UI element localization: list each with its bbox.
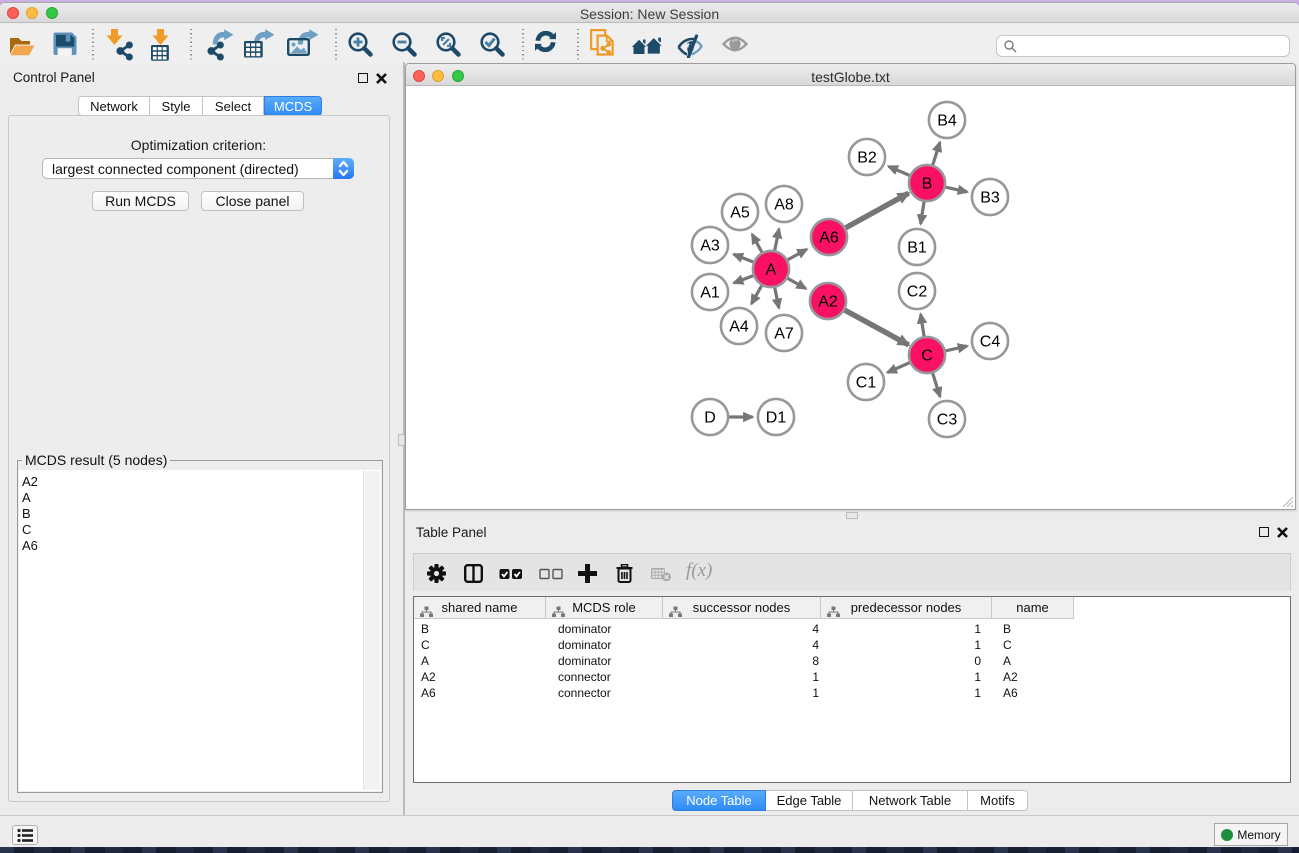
svg-text:A8: A8 [774,197,794,214]
svg-text:A6: A6 [819,230,839,247]
svg-text:A3: A3 [700,238,720,255]
svg-text:C1: C1 [856,375,877,392]
svg-text:C4: C4 [980,334,1001,351]
svg-text:C: C [921,348,933,365]
svg-text:B4: B4 [937,113,957,130]
svg-text:C3: C3 [937,412,958,429]
svg-text:B3: B3 [980,190,1000,207]
svg-text:A5: A5 [730,205,750,222]
svg-text:A: A [766,262,777,279]
svg-text:D1: D1 [766,410,787,427]
svg-text:A2: A2 [818,294,838,311]
svg-text:B1: B1 [907,240,927,257]
svg-text:D: D [704,410,716,427]
svg-text:A4: A4 [729,319,749,336]
svg-text:A1: A1 [700,285,720,302]
svg-text:A7: A7 [774,326,794,343]
svg-text:C2: C2 [907,284,928,301]
svg-text:B: B [922,176,933,193]
svg-text:B2: B2 [857,150,877,167]
